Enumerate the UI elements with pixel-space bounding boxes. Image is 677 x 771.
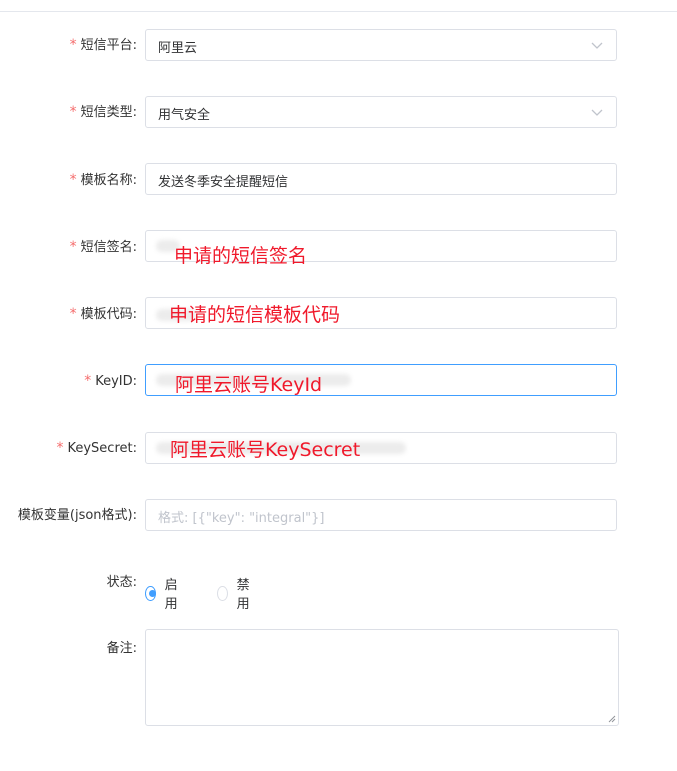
required-mark: *	[56, 440, 64, 456]
required-mark: *	[69, 306, 77, 322]
sms-sign-annotation: 申请的短信签名	[174, 245, 308, 267]
top-divider	[0, 11, 677, 12]
template-name-value: 发送冬季安全提醒短信	[158, 175, 289, 190]
platform-select[interactable]: 阿里云	[145, 29, 617, 61]
sms-type-label: * 短信类型:	[69, 104, 137, 120]
template-code-annotation: 申请的短信模板代码	[169, 304, 341, 326]
resize-handle-icon[interactable]	[608, 715, 616, 723]
template-name-input[interactable]: 发送冬季安全提醒短信	[145, 163, 617, 195]
key-id-label: * KeyID:	[84, 373, 137, 389]
required-mark: *	[84, 373, 92, 389]
status-disabled-label: 禁用	[236, 578, 250, 612]
template-code-label: * 模板代码:	[69, 306, 137, 322]
sms-type-select[interactable]: 用气安全	[145, 96, 617, 128]
template-vars-label: 模板变量(json格式):	[17, 508, 137, 523]
remark-label: 备注:	[106, 641, 137, 656]
status-enabled-radio[interactable]: 启用	[145, 574, 182, 612]
required-mark: *	[69, 172, 77, 188]
radio-checked-icon	[145, 585, 156, 601]
template-name-label: * 模板名称:	[69, 172, 137, 188]
sms-sign-label: * 短信签名:	[69, 239, 137, 255]
remark-textarea[interactable]	[145, 629, 619, 726]
required-mark: *	[69, 239, 77, 255]
template-vars-placeholder: 格式: [{"key": "integral"}]	[158, 511, 325, 526]
status-disabled-radio[interactable]: 禁用	[217, 574, 254, 612]
sms-type-value: 用气安全	[158, 108, 211, 123]
template-vars-input[interactable]: 格式: [{"key": "integral"}]	[145, 499, 617, 531]
platform-value: 阿里云	[158, 41, 198, 56]
status-enabled-label: 启用	[164, 578, 178, 612]
status-label: 状态:	[106, 575, 137, 590]
key-id-annotation: 阿里云账号KeyId	[175, 374, 323, 396]
required-mark: *	[69, 37, 77, 53]
key-secret-annotation: 阿里云账号KeySecret	[170, 439, 361, 461]
radio-unchecked-icon	[217, 585, 228, 601]
chevron-down-icon	[591, 109, 603, 116]
platform-label: * 短信平台:	[69, 37, 137, 53]
key-secret-label: * KeySecret:	[56, 440, 137, 456]
chevron-down-icon	[591, 42, 603, 49]
required-mark: *	[69, 104, 77, 120]
